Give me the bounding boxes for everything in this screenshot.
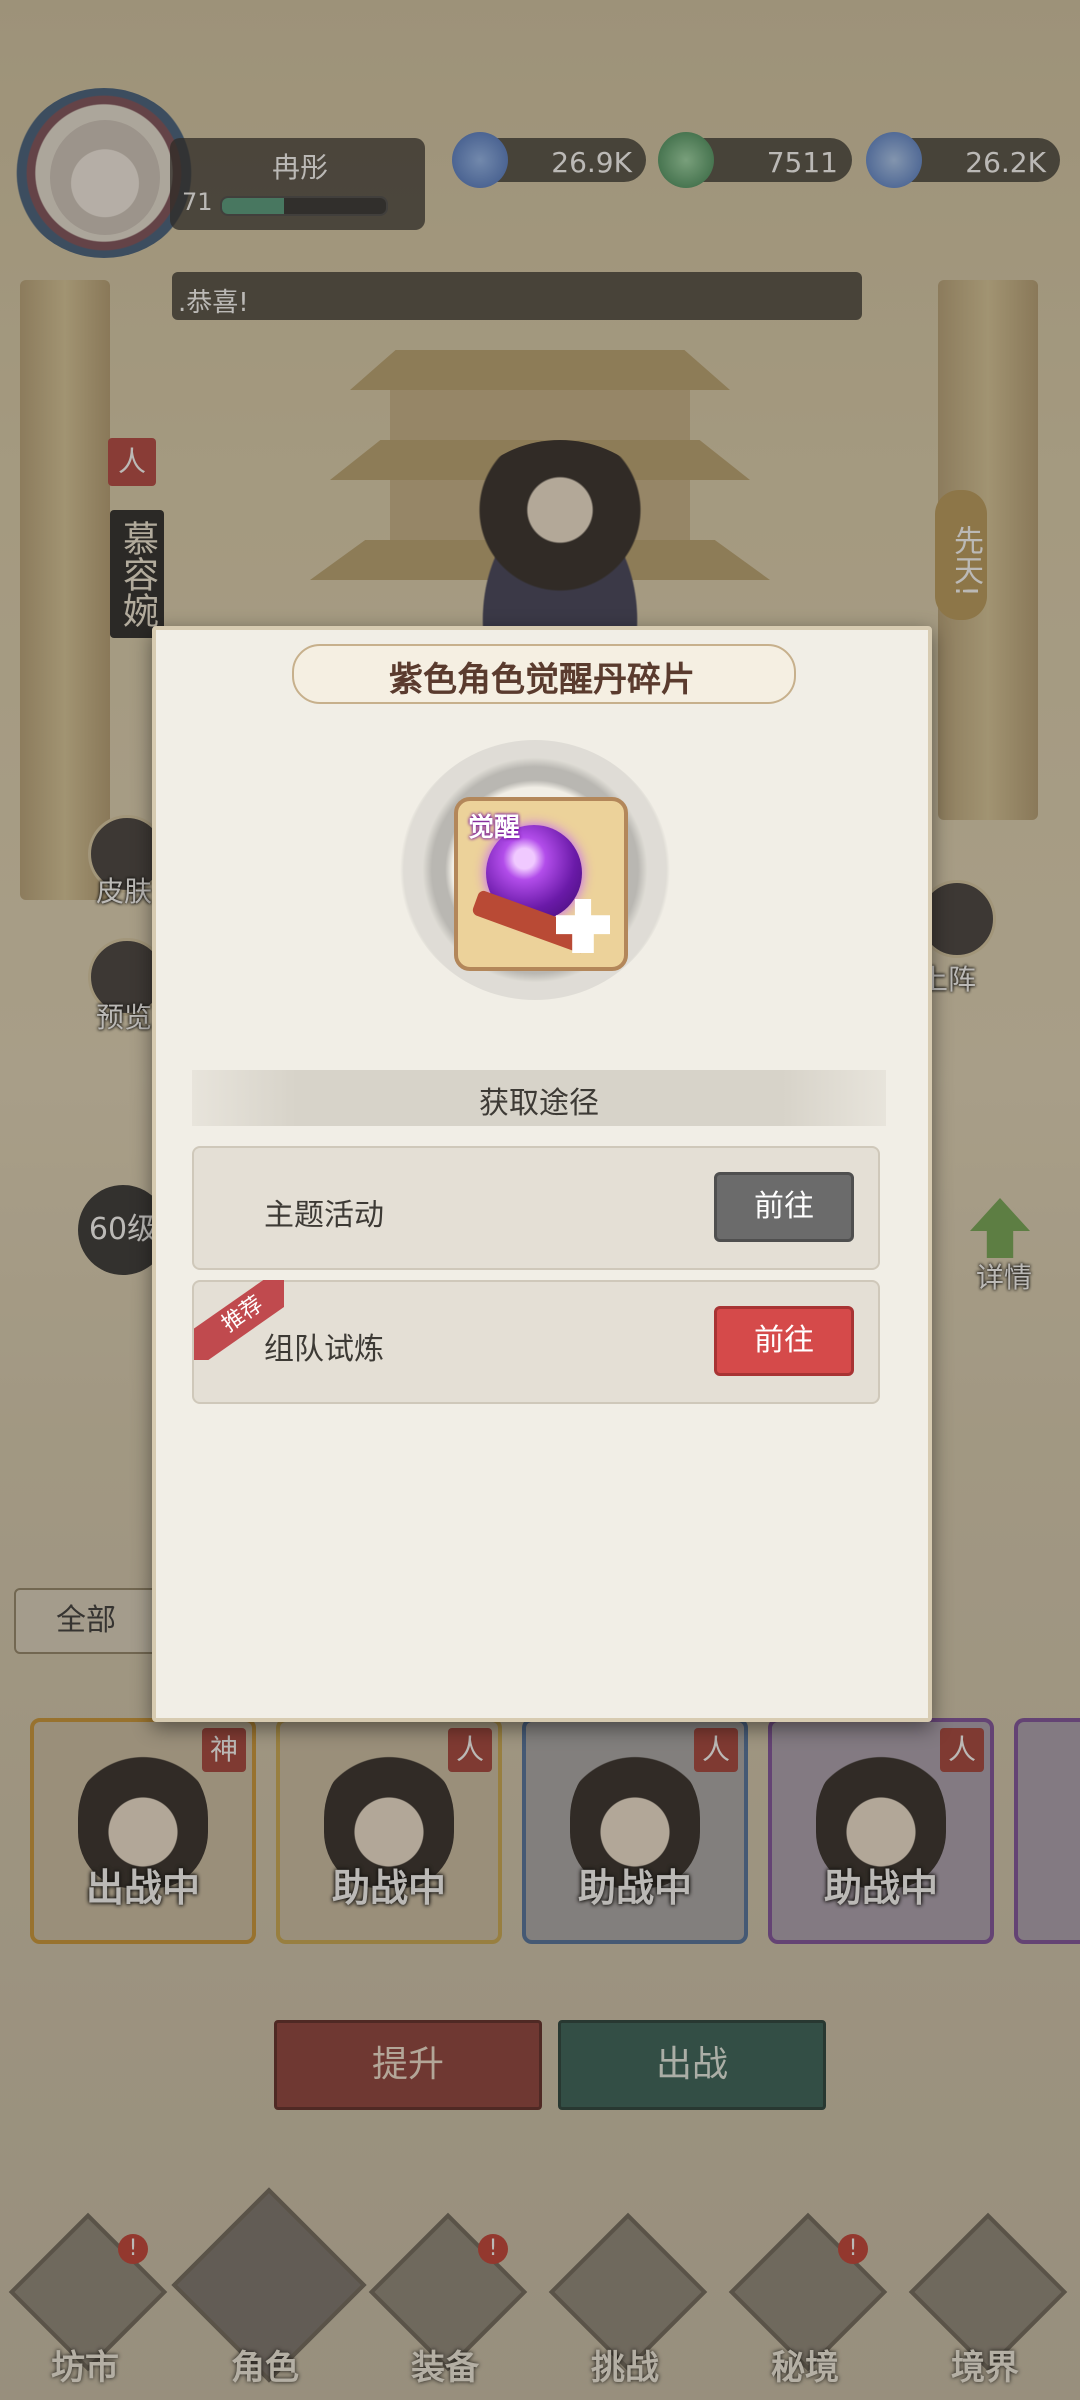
source-row: 主题活动 前往 (192, 1146, 880, 1270)
recommend-ribbon: 推荐 (194, 1280, 284, 1360)
item-icon: 觉醒 (454, 797, 628, 971)
item-tag: 觉醒 (468, 813, 521, 843)
goto-button[interactable]: 前往 (714, 1306, 854, 1376)
source-row: 组队试炼 前往 (192, 1280, 880, 1404)
recommend-label: 推荐 (194, 1280, 284, 1360)
source-label: 主题活动 (264, 1198, 384, 1233)
section-title: 获取途径 (479, 1086, 599, 1121)
dialog-title: 紫色角色觉醒丹碎片 (389, 660, 695, 700)
goto-button[interactable]: 前往 (714, 1172, 854, 1242)
